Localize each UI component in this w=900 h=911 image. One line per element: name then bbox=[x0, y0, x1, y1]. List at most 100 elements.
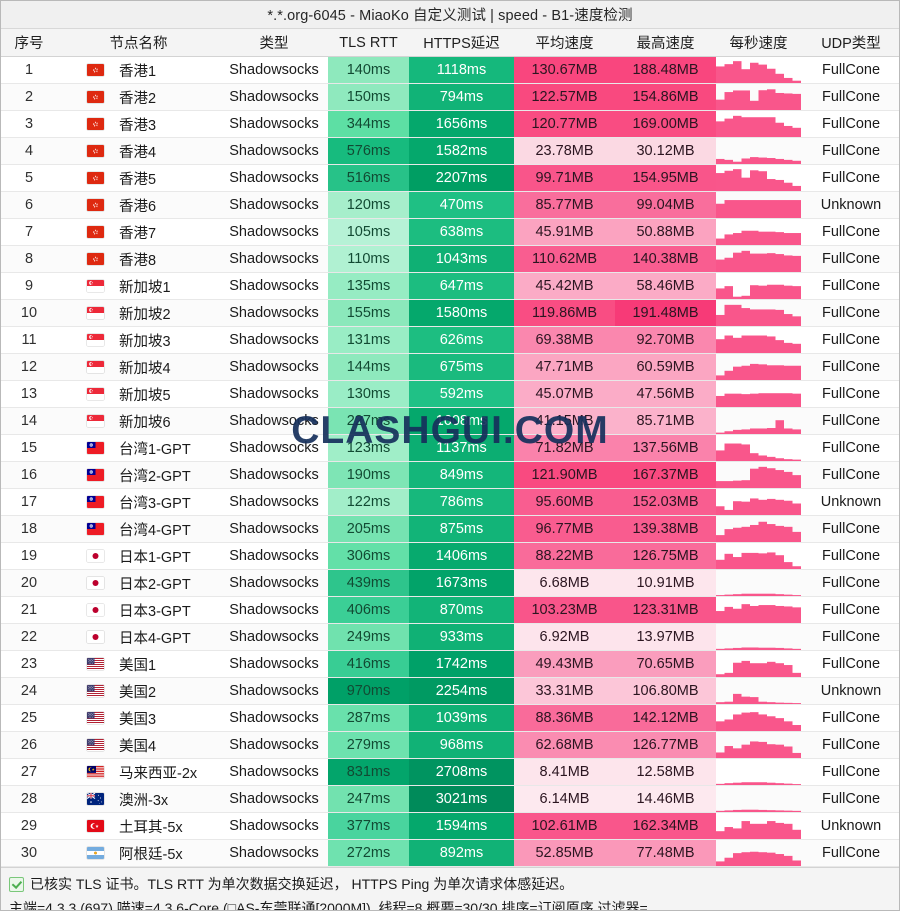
cell-protocol-type: Shadowsocks bbox=[220, 623, 328, 651]
cell-node-name: 日本2-GPT bbox=[57, 569, 220, 597]
cell-protocol-type: Shadowsocks bbox=[220, 596, 328, 624]
cell-https-latency: 3021ms bbox=[409, 785, 514, 813]
cell-tls-rtt: 205ms bbox=[328, 515, 409, 543]
table-row[interactable]: 7 香港7 Shadowsocks 105ms 638ms 45.91MB 50.88MB F… bbox=[1, 218, 899, 246]
cell-max-speed: 191.48MB bbox=[615, 299, 716, 327]
cell-max-speed: 139.38MB bbox=[615, 515, 716, 543]
flag-icon-hk bbox=[87, 64, 104, 76]
cell-max-speed: 152.03MB bbox=[615, 488, 716, 516]
table-row[interactable]: 10 新加坡2 Shadowsocks 155ms 1580ms 119.86MB 191.… bbox=[1, 299, 899, 327]
cell-avg-speed: 49.43MB bbox=[514, 650, 615, 678]
flag-icon-us bbox=[87, 739, 104, 751]
table-row[interactable]: 27 马来西亚-2x Shadowsocks 831ms 2708ms 8.41MB 12.… bbox=[1, 758, 899, 786]
column-header-udp-type[interactable]: UDP类型 bbox=[801, 29, 899, 57]
cell-tls-rtt: 287ms bbox=[328, 704, 409, 732]
table-row[interactable]: 9 新加坡1 Shadowsocks 135ms 647ms 45.42MB 58.46MB… bbox=[1, 272, 899, 300]
table-row[interactable]: 4 香港4 Shadowsocks 576ms 1582ms 23.78MB 30.12MB… bbox=[1, 137, 899, 165]
cell-node-name: 台湾1-GPT bbox=[57, 434, 220, 462]
table-header-row: 序号 节点名称 类型 TLS RTT HTTPS延迟 平均速度 最高速度 每秒速… bbox=[1, 29, 899, 57]
per-second-speed-sparkline bbox=[716, 678, 801, 704]
cell-index: 28 bbox=[1, 785, 57, 813]
cell-tls-rtt: 130ms bbox=[328, 380, 409, 408]
column-header-max-speed[interactable]: 最高速度 bbox=[615, 29, 716, 57]
node-name-label: 香港6 bbox=[119, 198, 157, 215]
cell-tls-rtt: 190ms bbox=[328, 461, 409, 489]
cell-per-second-speed bbox=[716, 380, 801, 408]
node-name-label: 香港8 bbox=[119, 252, 157, 269]
cell-max-speed: 123.31MB bbox=[615, 596, 716, 624]
cell-protocol-type: Shadowsocks bbox=[220, 542, 328, 570]
table-row[interactable]: 17 台湾3-GPT Shadowsocks 122ms 786ms 95.60MB 152… bbox=[1, 488, 899, 516]
cell-https-latency: 794ms bbox=[409, 83, 514, 111]
flag-icon-us bbox=[87, 712, 104, 724]
cell-protocol-type: Shadowsocks bbox=[220, 191, 328, 219]
table-row[interactable]: 19 日本1-GPT Shadowsocks 306ms 1406ms 88.22MB 12… bbox=[1, 542, 899, 570]
cell-avg-speed: 103.23MB bbox=[514, 596, 615, 624]
cell-https-latency: 1608ms bbox=[409, 407, 514, 435]
cell-https-latency: 1673ms bbox=[409, 569, 514, 597]
table-row[interactable]: 13 新加坡5 Shadowsocks 130ms 592ms 45.07MB 47.56M… bbox=[1, 380, 899, 408]
per-second-speed-sparkline bbox=[716, 705, 801, 731]
table-row[interactable]: 25 美国3 Shadowsocks 287ms 1039ms 88.36MB 142.12… bbox=[1, 704, 899, 732]
cell-max-speed: 58.46MB bbox=[615, 272, 716, 300]
cell-avg-speed: 85.77MB bbox=[514, 191, 615, 219]
cell-index: 15 bbox=[1, 434, 57, 462]
per-second-speed-sparkline bbox=[716, 84, 801, 110]
table-row[interactable]: 22 日本4-GPT Shadowsocks 249ms 933ms 6.92MB 13.9… bbox=[1, 623, 899, 651]
cell-udp-type: FullCone bbox=[801, 704, 899, 732]
column-header-https-latency[interactable]: HTTPS延迟 bbox=[409, 29, 514, 57]
table-row[interactable]: 14 新加坡6 Shadowsocks 227ms 1608ms 41.15MB 85.71… bbox=[1, 407, 899, 435]
table-row[interactable]: 28 澳洲-3x Shadowsocks 247ms 3021ms 6.14MB 14.46… bbox=[1, 785, 899, 813]
cell-tls-rtt: 377ms bbox=[328, 812, 409, 840]
table-row[interactable]: 20 日本2-GPT Shadowsocks 439ms 1673ms 6.68MB 10.… bbox=[1, 569, 899, 597]
cell-protocol-type: Shadowsocks bbox=[220, 785, 328, 813]
cell-tls-rtt: 105ms bbox=[328, 218, 409, 246]
table-row[interactable]: 15 台湾1-GPT Shadowsocks 123ms 1137ms 71.82MB 13… bbox=[1, 434, 899, 462]
table-row[interactable]: 30 阿根廷-5x Shadowsocks 272ms 892ms 52.85MB 77.4… bbox=[1, 839, 899, 867]
cell-max-speed: 60.59MB bbox=[615, 353, 716, 381]
per-second-speed-sparkline bbox=[716, 732, 801, 758]
column-header-per-second-speed[interactable]: 每秒速度 bbox=[716, 29, 801, 57]
table-row[interactable]: 5 香港5 Shadowsocks 516ms 2207ms 99.71MB 154.95M… bbox=[1, 164, 899, 192]
cell-https-latency: 1656ms bbox=[409, 110, 514, 138]
cell-node-name: 日本3-GPT bbox=[57, 596, 220, 624]
table-row[interactable]: 29 土耳其-5x Shadowsocks 377ms 1594ms 102.61MB 16… bbox=[1, 812, 899, 840]
table-row[interactable]: 3 香港3 Shadowsocks 344ms 1656ms 120.77MB 169.00… bbox=[1, 110, 899, 138]
per-second-speed-sparkline bbox=[716, 651, 801, 677]
cell-https-latency: 1137ms bbox=[409, 434, 514, 462]
column-header-tls-rtt[interactable]: TLS RTT bbox=[328, 29, 409, 57]
per-second-speed-sparkline bbox=[716, 516, 801, 542]
column-header-node-name[interactable]: 节点名称 bbox=[57, 29, 220, 57]
table-row[interactable]: 11 新加坡3 Shadowsocks 131ms 626ms 69.38MB 92.70M… bbox=[1, 326, 899, 354]
column-header-avg-speed[interactable]: 平均速度 bbox=[514, 29, 615, 57]
cell-udp-type: FullCone bbox=[801, 218, 899, 246]
table-row[interactable]: 26 美国4 Shadowsocks 279ms 968ms 62.68MB 126.77M… bbox=[1, 731, 899, 759]
per-second-speed-sparkline bbox=[716, 354, 801, 380]
table-row[interactable]: 2 香港2 Shadowsocks 150ms 794ms 122.57MB 154.86M… bbox=[1, 83, 899, 111]
table-row[interactable]: 1 香港1 Shadowsocks 140ms 1118ms 130.67MB 188.48… bbox=[1, 56, 899, 84]
cell-protocol-type: Shadowsocks bbox=[220, 164, 328, 192]
table-row[interactable]: 16 台湾2-GPT Shadowsocks 190ms 849ms 121.90MB 16… bbox=[1, 461, 899, 489]
cell-per-second-speed bbox=[716, 542, 801, 570]
node-name-label: 新加坡5 bbox=[119, 387, 171, 404]
cell-https-latency: 647ms bbox=[409, 272, 514, 300]
cell-index: 30 bbox=[1, 839, 57, 867]
cell-protocol-type: Shadowsocks bbox=[220, 758, 328, 786]
cell-udp-type: FullCone bbox=[801, 650, 899, 678]
cell-index: 21 bbox=[1, 596, 57, 624]
cell-index: 14 bbox=[1, 407, 57, 435]
column-header-type[interactable]: 类型 bbox=[220, 29, 328, 57]
table-row[interactable]: 23 美国1 Shadowsocks 416ms 1742ms 49.43MB 70.65M… bbox=[1, 650, 899, 678]
table-row[interactable]: 12 新加坡4 Shadowsocks 144ms 675ms 47.71MB 60.59M… bbox=[1, 353, 899, 381]
cell-https-latency: 638ms bbox=[409, 218, 514, 246]
table-row[interactable]: 8 香港8 Shadowsocks 110ms 1043ms 110.62MB 140.38… bbox=[1, 245, 899, 273]
cell-per-second-speed bbox=[716, 758, 801, 786]
cell-tls-rtt: 120ms bbox=[328, 191, 409, 219]
cell-tls-rtt: 416ms bbox=[328, 650, 409, 678]
table-row[interactable]: 6 香港6 Shadowsocks 120ms 470ms 85.77MB 99.04MB U… bbox=[1, 191, 899, 219]
column-header-index[interactable]: 序号 bbox=[1, 29, 57, 57]
cell-avg-speed: 62.68MB bbox=[514, 731, 615, 759]
table-row[interactable]: 21 日本3-GPT Shadowsocks 406ms 870ms 103.23MB 12… bbox=[1, 596, 899, 624]
table-row[interactable]: 18 台湾4-GPT Shadowsocks 205ms 875ms 96.77MB 139… bbox=[1, 515, 899, 543]
table-row[interactable]: 24 美国2 Shadowsocks 970ms 2254ms 33.31MB 106.80… bbox=[1, 677, 899, 705]
